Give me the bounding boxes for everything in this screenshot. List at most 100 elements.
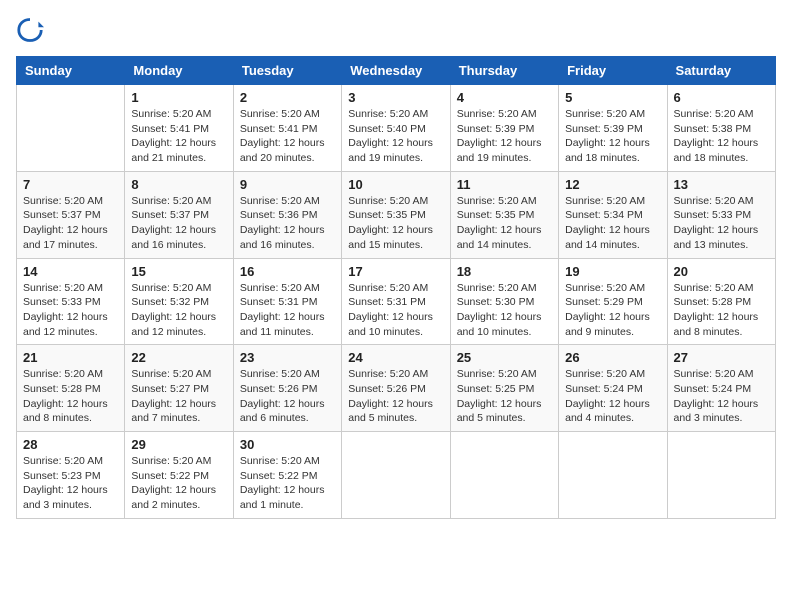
day-info: Sunrise: 5:20 AMSunset: 5:31 PMDaylight:… [348, 281, 443, 340]
calendar-cell: 15 Sunrise: 5:20 AMSunset: 5:32 PMDayligh… [125, 258, 233, 345]
day-info: Sunrise: 5:20 AMSunset: 5:29 PMDaylight:… [565, 281, 660, 340]
day-number: 28 [23, 437, 118, 452]
calendar-header-thursday: Thursday [450, 57, 558, 85]
calendar-cell [17, 85, 125, 172]
calendar-cell: 16Sunrise: 5:20 AMSunset: 5:31 PMDayligh… [233, 258, 341, 345]
calendar-header-saturday: Saturday [667, 57, 775, 85]
calendar-cell: 8 Sunrise: 5:20 AMSunset: 5:37 PMDaylight… [125, 171, 233, 258]
day-info: Sunrise: 5:20 AMSunset: 5:25 PMDaylight:… [457, 367, 552, 426]
day-info: Sunrise: 5:20 AMSunset: 5:22 PMDaylight:… [240, 454, 335, 513]
day-number: 26 [565, 350, 660, 365]
calendar-cell: 17 Sunrise: 5:20 AMSunset: 5:31 PMDayligh… [342, 258, 450, 345]
calendar-cell: 25 Sunrise: 5:20 AMSunset: 5:25 PMDayligh… [450, 345, 558, 432]
day-number: 14 [23, 264, 118, 279]
day-info: Sunrise: 5:20 AMSunset: 5:41 PMDaylight:… [131, 107, 226, 166]
day-number: 3 [348, 90, 443, 105]
day-number: 5 [565, 90, 660, 105]
day-info: Sunrise: 5:20 AMSunset: 5:37 PMDaylight:… [23, 194, 118, 253]
day-info: Sunrise: 5:20 AMSunset: 5:36 PMDaylight:… [240, 194, 335, 253]
day-info: Sunrise: 5:20 AMSunset: 5:39 PMDaylight:… [565, 107, 660, 166]
calendar-cell: 1 Sunrise: 5:20 AMSunset: 5:41 PMDaylight… [125, 85, 233, 172]
header [16, 16, 776, 44]
calendar-cell: 19 Sunrise: 5:20 AMSunset: 5:29 PMDayligh… [559, 258, 667, 345]
logo [16, 16, 48, 44]
day-info: Sunrise: 5:20 AMSunset: 5:32 PMDaylight:… [131, 281, 226, 340]
day-number: 6 [674, 90, 769, 105]
calendar-week-row: 7Sunrise: 5:20 AMSunset: 5:37 PMDaylight… [17, 171, 776, 258]
calendar-cell [342, 432, 450, 519]
calendar-cell: 23 Sunrise: 5:20 AMSunset: 5:26 PMDayligh… [233, 345, 341, 432]
day-number: 15 [131, 264, 226, 279]
calendar-cell [667, 432, 775, 519]
day-info: Sunrise: 5:20 AMSunset: 5:28 PMDaylight:… [674, 281, 769, 340]
day-number: 18 [457, 264, 552, 279]
calendar-cell: 9 Sunrise: 5:20 AMSunset: 5:36 PMDaylight… [233, 171, 341, 258]
day-number: 1 [131, 90, 226, 105]
day-number: 2 [240, 90, 335, 105]
calendar-cell: 30Sunrise: 5:20 AMSunset: 5:22 PMDayligh… [233, 432, 341, 519]
day-number: 11 [457, 177, 552, 192]
calendar-header-row: SundayMondayTuesdayWednesdayThursdayFrid… [17, 57, 776, 85]
calendar-cell: 14 Sunrise: 5:20 AMSunset: 5:33 PMDayligh… [17, 258, 125, 345]
day-info: Sunrise: 5:20 AMSunset: 5:30 PMDaylight:… [457, 281, 552, 340]
calendar-week-row: 28 Sunrise: 5:20 AMSunset: 5:23 PMDayligh… [17, 432, 776, 519]
calendar-week-row: 1 Sunrise: 5:20 AMSunset: 5:41 PMDaylight… [17, 85, 776, 172]
day-info: Sunrise: 5:20 AMSunset: 5:35 PMDaylight:… [457, 194, 552, 253]
calendar-header-sunday: Sunday [17, 57, 125, 85]
day-number: 13 [674, 177, 769, 192]
calendar-cell: 4 Sunrise: 5:20 AMSunset: 5:39 PMDaylight… [450, 85, 558, 172]
day-number: 16 [240, 264, 335, 279]
day-info: Sunrise: 5:20 AMSunset: 5:23 PMDaylight:… [23, 454, 118, 513]
calendar-cell: 11 Sunrise: 5:20 AMSunset: 5:35 PMDayligh… [450, 171, 558, 258]
day-info: Sunrise: 5:20 AMSunset: 5:26 PMDaylight:… [240, 367, 335, 426]
day-info: Sunrise: 5:20 AMSunset: 5:22 PMDaylight:… [131, 454, 226, 513]
day-info: Sunrise: 5:20 AMSunset: 5:27 PMDaylight:… [131, 367, 226, 426]
day-number: 25 [457, 350, 552, 365]
day-number: 23 [240, 350, 335, 365]
day-info: Sunrise: 5:20 AMSunset: 5:28 PMDaylight:… [23, 367, 118, 426]
day-number: 22 [131, 350, 226, 365]
logo-icon [16, 16, 44, 44]
day-number: 9 [240, 177, 335, 192]
day-info: Sunrise: 5:20 AMSunset: 5:40 PMDaylight:… [348, 107, 443, 166]
calendar-cell: 29Sunrise: 5:20 AMSunset: 5:22 PMDayligh… [125, 432, 233, 519]
calendar-cell: 10 Sunrise: 5:20 AMSunset: 5:35 PMDayligh… [342, 171, 450, 258]
day-info: Sunrise: 5:20 AMSunset: 5:24 PMDaylight:… [565, 367, 660, 426]
day-number: 20 [674, 264, 769, 279]
calendar-header-tuesday: Tuesday [233, 57, 341, 85]
day-number: 17 [348, 264, 443, 279]
calendar-cell: 18 Sunrise: 5:20 AMSunset: 5:30 PMDayligh… [450, 258, 558, 345]
calendar-cell: 12Sunrise: 5:20 AMSunset: 5:34 PMDayligh… [559, 171, 667, 258]
day-info: Sunrise: 5:20 AMSunset: 5:41 PMDaylight:… [240, 107, 335, 166]
calendar-header-wednesday: Wednesday [342, 57, 450, 85]
calendar-cell: 28 Sunrise: 5:20 AMSunset: 5:23 PMDayligh… [17, 432, 125, 519]
day-info: Sunrise: 5:20 AMSunset: 5:35 PMDaylight:… [348, 194, 443, 253]
day-number: 19 [565, 264, 660, 279]
day-number: 4 [457, 90, 552, 105]
day-number: 10 [348, 177, 443, 192]
calendar-cell: 5 Sunrise: 5:20 AMSunset: 5:39 PMDaylight… [559, 85, 667, 172]
day-info: Sunrise: 5:20 AMSunset: 5:24 PMDaylight:… [674, 367, 769, 426]
calendar-cell: 21 Sunrise: 5:20 AMSunset: 5:28 PMDayligh… [17, 345, 125, 432]
day-number: 21 [23, 350, 118, 365]
calendar-cell [559, 432, 667, 519]
day-info: Sunrise: 5:20 AMSunset: 5:39 PMDaylight:… [457, 107, 552, 166]
calendar-cell: 26 Sunrise: 5:20 AMSunset: 5:24 PMDayligh… [559, 345, 667, 432]
calendar-cell: 22 Sunrise: 5:20 AMSunset: 5:27 PMDayligh… [125, 345, 233, 432]
calendar-cell: 7Sunrise: 5:20 AMSunset: 5:37 PMDaylight… [17, 171, 125, 258]
calendar-cell: 27Sunrise: 5:20 AMSunset: 5:24 PMDayligh… [667, 345, 775, 432]
day-info: Sunrise: 5:20 AMSunset: 5:38 PMDaylight:… [674, 107, 769, 166]
calendar-cell: 24Sunrise: 5:20 AMSunset: 5:26 PMDayligh… [342, 345, 450, 432]
day-info: Sunrise: 5:20 AMSunset: 5:37 PMDaylight:… [131, 194, 226, 253]
day-number: 8 [131, 177, 226, 192]
day-info: Sunrise: 5:20 AMSunset: 5:33 PMDaylight:… [23, 281, 118, 340]
calendar-cell [450, 432, 558, 519]
calendar-cell: 3 Sunrise: 5:20 AMSunset: 5:40 PMDaylight… [342, 85, 450, 172]
calendar: SundayMondayTuesdayWednesdayThursdayFrid… [16, 56, 776, 519]
calendar-week-row: 21 Sunrise: 5:20 AMSunset: 5:28 PMDayligh… [17, 345, 776, 432]
calendar-week-row: 14 Sunrise: 5:20 AMSunset: 5:33 PMDayligh… [17, 258, 776, 345]
calendar-header-monday: Monday [125, 57, 233, 85]
calendar-cell: 20 Sunrise: 5:20 AMSunset: 5:28 PMDayligh… [667, 258, 775, 345]
day-number: 24 [348, 350, 443, 365]
day-info: Sunrise: 5:20 AMSunset: 5:34 PMDaylight:… [565, 194, 660, 253]
